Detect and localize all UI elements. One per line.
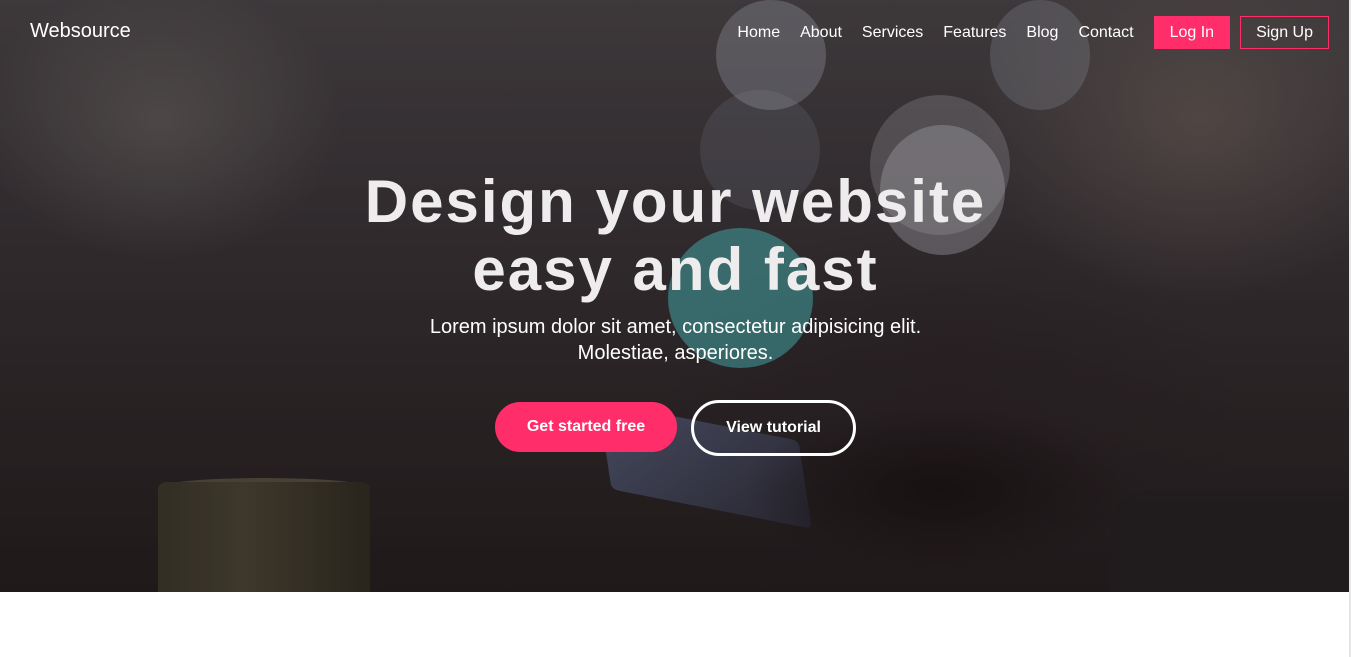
top-navbar: Websource Home About Services Features B… xyxy=(0,0,1351,64)
hero-content: Design your website easy and fast Lorem … xyxy=(0,168,1351,366)
brand-logo[interactable]: Websource xyxy=(30,20,131,43)
get-started-button[interactable]: Get started free xyxy=(495,402,677,452)
hero-headline-line1: Design your website xyxy=(364,168,987,235)
view-tutorial-button[interactable]: View tutorial xyxy=(691,400,856,456)
nav-link-blog[interactable]: Blog xyxy=(1026,17,1058,49)
nav-link-home[interactable]: Home xyxy=(737,17,780,49)
nav-menu: Home About Services Features Blog Contac… xyxy=(717,16,1329,49)
login-button[interactable]: Log In xyxy=(1153,16,1231,49)
nav-link-contact[interactable]: Contact xyxy=(1078,17,1133,49)
hero-cta-group: Get started free View tutorial xyxy=(0,400,1351,456)
hero-section: Websource Home About Services Features B… xyxy=(0,0,1351,592)
hero-headline: Design your website easy and fast xyxy=(326,168,1026,304)
hero-headline-line2: easy and fast xyxy=(472,236,879,303)
nav-link-services[interactable]: Services xyxy=(862,17,923,49)
nav-link-about[interactable]: About xyxy=(800,17,842,49)
nav-link-features[interactable]: Features xyxy=(943,17,1006,49)
hero-subtext-line1: Lorem ipsum dolor sit amet, consectetur … xyxy=(429,316,922,338)
signup-button[interactable]: Sign Up xyxy=(1240,16,1329,49)
hero-subtext: Lorem ipsum dolor sit amet, consectetur … xyxy=(376,314,976,366)
hero-subtext-line2: Molestiae, asperiores. xyxy=(577,342,774,364)
